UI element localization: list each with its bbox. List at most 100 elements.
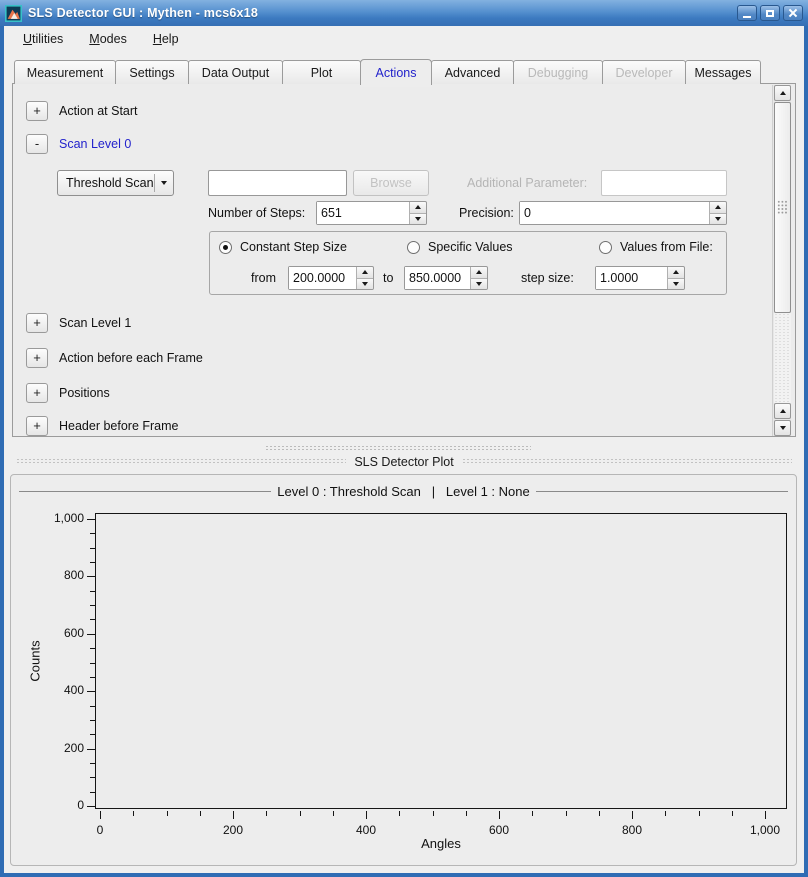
radio-values-from-file[interactable] bbox=[599, 241, 612, 254]
from-decrement-button[interactable] bbox=[357, 279, 373, 290]
y-minor-tick bbox=[90, 720, 95, 721]
precision-input[interactable] bbox=[520, 202, 709, 224]
section-positions-label: Positions bbox=[59, 383, 110, 403]
y-minor-tick bbox=[90, 706, 95, 707]
x-tick-label: 1,000 bbox=[735, 823, 795, 837]
scrollbar-thumb[interactable] bbox=[774, 102, 791, 313]
menu-modes[interactable]: Modes bbox=[80, 29, 136, 49]
plot-panel: Level 0 : Threshold Scan | Level 1 : Non… bbox=[10, 474, 797, 866]
x-major-tick bbox=[233, 811, 234, 819]
vertical-scrollbar[interactable] bbox=[772, 85, 791, 436]
maximize-button[interactable] bbox=[760, 5, 780, 21]
window-title: SLS Detector GUI : Mythen - mcs6x18 bbox=[28, 6, 737, 20]
app-window: SLS Detector GUI : Mythen - mcs6x18 Util… bbox=[0, 0, 808, 877]
section-action-at-start-label: Action at Start bbox=[59, 101, 138, 121]
to-spinbox bbox=[404, 266, 488, 290]
y-tick-label: 800 bbox=[32, 568, 84, 582]
chevron-down-icon bbox=[155, 181, 173, 185]
y-major-tick bbox=[87, 519, 95, 520]
from-increment-button[interactable] bbox=[357, 267, 373, 279]
window-body: Utilities Modes Help Measurement Setting… bbox=[4, 26, 804, 873]
y-minor-tick bbox=[90, 677, 95, 678]
tab-messages[interactable]: Messages bbox=[685, 60, 761, 84]
section-header-before-frame-label: Header before Frame bbox=[59, 416, 179, 436]
y-tick-label: 400 bbox=[32, 683, 84, 697]
menu-utilities[interactable]: Utilities bbox=[14, 29, 72, 49]
scrollbar-trough[interactable] bbox=[774, 313, 791, 403]
dock-title: SLS Detector Plot bbox=[354, 455, 453, 469]
radio-specific-values-label: Specific Values bbox=[428, 240, 513, 254]
x-major-tick bbox=[366, 811, 367, 819]
steps-decrement-button[interactable] bbox=[410, 214, 426, 225]
close-button[interactable] bbox=[783, 5, 803, 21]
expand-action-before-frame-button[interactable]: + bbox=[26, 348, 48, 368]
number-of-steps-input[interactable] bbox=[317, 202, 409, 224]
scroll-up-button-bottom[interactable] bbox=[774, 403, 791, 419]
precision-spinbox bbox=[519, 201, 727, 225]
x-minor-tick bbox=[200, 811, 201, 816]
tab-measurement[interactable]: Measurement bbox=[14, 60, 116, 84]
step-size-label: step size: bbox=[521, 266, 574, 290]
plot-title: Level 0 : Threshold Scan | Level 1 : Non… bbox=[271, 484, 535, 499]
y-minor-tick bbox=[90, 619, 95, 620]
plot-canvas[interactable]: 02004006008001,00002004006008001,000 bbox=[95, 513, 787, 809]
step-size-decrement-button[interactable] bbox=[668, 279, 684, 290]
scan-script-input[interactable] bbox=[208, 170, 347, 196]
step-size-input[interactable] bbox=[596, 267, 667, 289]
collapse-scan-level-0-button[interactable]: - bbox=[26, 134, 48, 154]
precision-decrement-button[interactable] bbox=[710, 214, 726, 225]
section-action-before-frame-label: Action before each Frame bbox=[59, 348, 203, 368]
tab-data-output[interactable]: Data Output bbox=[188, 60, 283, 84]
scan-mode-select[interactable]: Threshold Scan bbox=[57, 170, 174, 196]
tab-bar: Measurement Settings Data Output Plot Ac… bbox=[14, 59, 760, 84]
plot-groupbox-title: Level 0 : Threshold Scan | Level 1 : Non… bbox=[19, 484, 788, 499]
from-input[interactable] bbox=[289, 267, 356, 289]
expand-scan-level-1-button[interactable]: + bbox=[26, 313, 48, 333]
expand-action-at-start-button[interactable]: + bbox=[26, 101, 48, 121]
section-scan-level-1-label: Scan Level 1 bbox=[59, 313, 131, 333]
steps-increment-button[interactable] bbox=[410, 202, 426, 214]
minimize-button[interactable] bbox=[737, 5, 757, 21]
precision-increment-button[interactable] bbox=[710, 202, 726, 214]
to-increment-button[interactable] bbox=[471, 267, 487, 279]
from-spinbox bbox=[288, 266, 374, 290]
section-scan-level-0-label: Scan Level 0 bbox=[59, 134, 131, 154]
x-minor-tick bbox=[699, 811, 700, 816]
splitter-handle[interactable] bbox=[265, 445, 531, 450]
x-minor-tick bbox=[399, 811, 400, 816]
app-icon[interactable] bbox=[5, 5, 22, 22]
maximize-icon bbox=[766, 10, 774, 17]
y-tick-label: 200 bbox=[32, 741, 84, 755]
additional-parameter-input bbox=[601, 170, 727, 196]
tab-actions[interactable]: Actions bbox=[360, 59, 432, 85]
y-tick-label: 1,000 bbox=[32, 511, 84, 525]
scroll-up-button[interactable] bbox=[774, 85, 791, 101]
to-input[interactable] bbox=[405, 267, 470, 289]
tab-developer: Developer bbox=[602, 60, 686, 84]
y-minor-tick bbox=[90, 548, 95, 549]
scrollbar-grip-icon bbox=[777, 200, 788, 215]
expand-header-before-frame-button[interactable]: + bbox=[26, 416, 48, 436]
menu-help[interactable]: Help bbox=[144, 29, 188, 49]
to-decrement-button[interactable] bbox=[471, 279, 487, 290]
radio-specific-values[interactable] bbox=[407, 241, 420, 254]
y-minor-tick bbox=[90, 533, 95, 534]
scroll-down-button[interactable] bbox=[774, 420, 791, 436]
y-major-tick bbox=[87, 806, 95, 807]
tab-plot[interactable]: Plot bbox=[282, 60, 361, 84]
y-axis-label: Counts bbox=[28, 640, 43, 681]
x-minor-tick bbox=[167, 811, 168, 816]
x-axis-label: Angles bbox=[95, 836, 787, 851]
browse-button: Browse bbox=[353, 170, 429, 196]
number-of-steps-spinbox bbox=[316, 201, 427, 225]
dock-texture-left bbox=[16, 458, 346, 465]
step-size-increment-button[interactable] bbox=[668, 267, 684, 279]
radio-constant-step-size[interactable] bbox=[219, 241, 232, 254]
tab-settings[interactable]: Settings bbox=[115, 60, 189, 84]
tab-advanced[interactable]: Advanced bbox=[431, 60, 514, 84]
x-tick-label: 800 bbox=[602, 823, 662, 837]
x-minor-tick bbox=[133, 811, 134, 816]
y-minor-tick bbox=[90, 777, 95, 778]
expand-positions-button[interactable]: + bbox=[26, 383, 48, 403]
tab-debugging: Debugging bbox=[513, 60, 603, 84]
